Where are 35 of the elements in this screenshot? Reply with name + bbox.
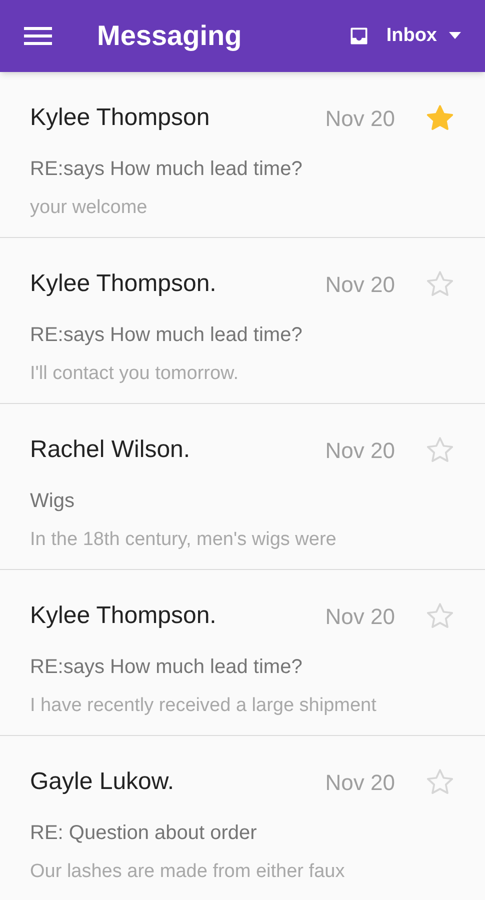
message-date: Nov 20 xyxy=(325,104,395,132)
sender-name: Gayle Lukow. xyxy=(30,767,174,797)
message-preview: Our lashes are made from either faux xyxy=(30,860,345,884)
star-icon[interactable] xyxy=(425,767,455,797)
message-subject: Wigs xyxy=(30,489,74,514)
sender-name: Kylee Thompson xyxy=(30,103,210,133)
message-date: Nov 20 xyxy=(325,436,395,464)
message-subject: RE:says How much lead time? xyxy=(30,157,302,182)
message-subject: RE: Question about order xyxy=(30,821,257,846)
star-icon[interactable] xyxy=(425,601,455,631)
star-icon[interactable] xyxy=(425,435,455,465)
app-title: Messaging xyxy=(97,19,242,53)
message-subject: RE:says How much lead time? xyxy=(30,655,302,680)
message-preview: I have recently received a large shipment xyxy=(30,694,376,718)
inbox-icon xyxy=(348,25,370,47)
message-preview: In the 18th century, men's wigs were xyxy=(30,528,336,552)
message-item[interactable]: Rachel Wilson. Nov 20 Wigs In the 18th century, men's wigs were xyxy=(0,404,485,570)
message-subject: RE:says How much lead time? xyxy=(30,323,302,348)
menu-icon[interactable] xyxy=(24,26,52,46)
sender-name: Kylee Thompson. xyxy=(30,269,216,299)
star-icon[interactable] xyxy=(425,103,455,133)
message-date: Nov 20 xyxy=(325,602,395,630)
message-item[interactable]: Gayle Lukow. Nov 20 RE: Question about order Our lashes are made from either faux xyxy=(0,736,485,900)
message-preview: your welcome xyxy=(30,196,148,220)
message-item[interactable]: Kylee Thompson. Nov 20 RE:says How much lead time? I have recently received a large shipment xyxy=(0,570,485,736)
message-date: Nov 20 xyxy=(325,270,395,298)
message-date: Nov 20 xyxy=(325,768,395,796)
folder-dropdown[interactable]: Inbox xyxy=(348,22,461,50)
sender-name: Rachel Wilson. xyxy=(30,435,190,465)
message-preview: I'll contact you tomorrow. xyxy=(30,362,238,386)
sender-name: Kylee Thompson. xyxy=(30,601,216,631)
star-icon[interactable] xyxy=(425,269,455,299)
message-item[interactable]: Kylee Thompson Nov 20 RE:says How much lead time? your welcome xyxy=(0,72,485,238)
message-item[interactable]: Kylee Thompson. Nov 20 RE:says How much lead time? I'll contact you tomorrow. xyxy=(0,238,485,404)
caret-icon xyxy=(449,32,461,40)
